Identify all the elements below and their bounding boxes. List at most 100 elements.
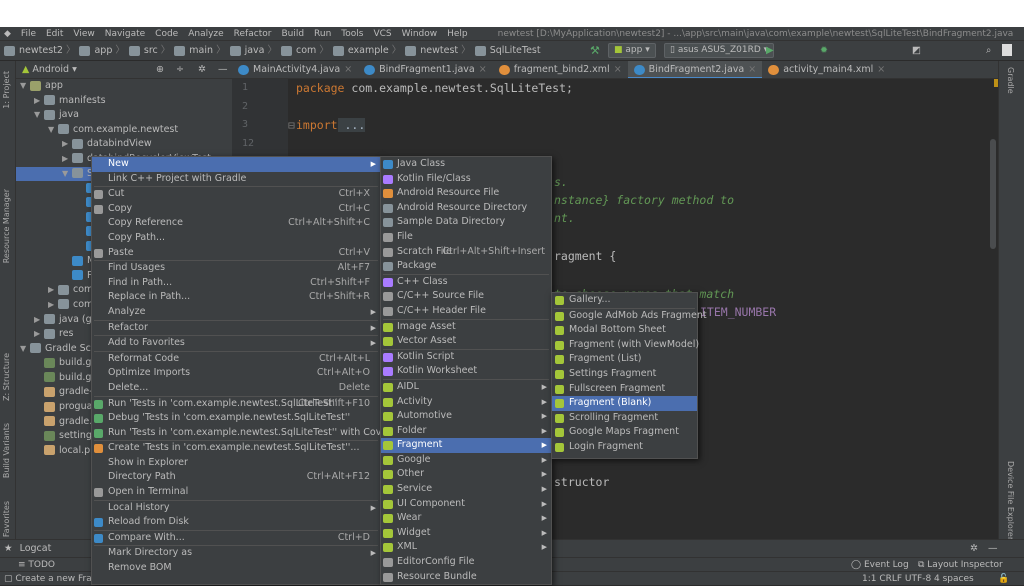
project-tool-tab[interactable]: 1: Project <box>2 71 11 109</box>
menu-item-paste[interactable]: Paste Ctrl+V <box>92 246 380 261</box>
menu-item-fragment-with-viewmodel[interactable]: Fragment (with ViewModel) <box>552 338 699 353</box>
menu-file[interactable]: File <box>21 29 36 39</box>
menu-run[interactable]: Run <box>314 29 331 39</box>
tab-bindfragment1-java[interactable]: BindFragment1.java × <box>358 61 493 78</box>
menu-item-fragment-blank[interactable]: Fragment (Blank) <box>552 396 697 411</box>
menu-item-copy-path[interactable]: Copy Path... <box>92 231 380 246</box>
menu-analyze[interactable]: Analyze <box>188 29 223 39</box>
menu-item-wear[interactable]: Wear ▶ <box>381 511 551 526</box>
menu-item-mark-directory-as[interactable]: Mark Directory as ▶ <box>92 546 380 561</box>
expand-arrow-icon[interactable]: ▶ <box>62 137 72 152</box>
menu-item-folder[interactable]: Folder ▶ <box>381 424 551 439</box>
debug-icon[interactable]: ✹ <box>820 41 828 60</box>
layout-inspector-tab[interactable]: ⧉ Layout Inspector <box>918 558 1003 572</box>
expand-arrow-icon[interactable]: ▶ <box>34 313 44 328</box>
menu-item-directory-path[interactable]: Directory Path Ctrl+Alt+F12 <box>92 470 380 485</box>
menu-item-kotlin-script[interactable]: Kotlin Script <box>381 350 551 365</box>
target-icon[interactable]: ⊕ <box>156 61 164 79</box>
tree-item[interactable]: ▶ databindView <box>16 137 232 152</box>
tab-activity-main4-xml[interactable]: activity_main4.xml × <box>762 61 891 78</box>
expand-arrow-icon[interactable]: ▼ <box>20 79 30 94</box>
build-variants-tool-tab[interactable]: Build Variants <box>2 423 11 478</box>
minimize-icon[interactable]: — <box>988 540 998 558</box>
fold-marker-icon[interactable]: ⊟ <box>288 118 295 132</box>
menu-item-new[interactable]: New ▶ <box>92 157 380 172</box>
menu-item-gallery[interactable]: Gallery... <box>552 293 697 308</box>
search-icon[interactable]: ⌕ <box>986 41 991 60</box>
menu-item-show-in-explorer[interactable]: Show in Explorer <box>92 456 380 471</box>
menu-item-link-c-project-with-gradle[interactable]: Link C++ Project with Gradle <box>92 172 380 187</box>
breadcrumb-src[interactable]: src <box>128 41 158 60</box>
close-icon[interactable]: × <box>614 64 622 75</box>
tab-bindfragment2-java[interactable]: BindFragment2.java × <box>627 61 763 78</box>
menu-item-open-in-terminal[interactable]: Open in Terminal <box>92 485 380 500</box>
menu-item-google-admob-ads-fragment[interactable]: Google AdMob Ads Fragment <box>552 309 707 324</box>
menu-refactor[interactable]: Refactor <box>234 29 272 39</box>
menu-item-login-fragment[interactable]: Login Fragment <box>552 440 697 455</box>
menu-item-refactor[interactable]: Refactor ▶ <box>92 321 380 336</box>
project-view-select[interactable]: Android <box>32 64 69 75</box>
gear-icon[interactable]: ✲ <box>970 540 978 558</box>
menu-code[interactable]: Code <box>155 29 178 39</box>
menu-item-kotlin-worksheet[interactable]: Kotlin Worksheet <box>381 364 551 379</box>
tree-item[interactable]: ▶ manifests <box>16 94 232 109</box>
expand-arrow-icon[interactable]: ▼ <box>34 108 44 123</box>
expand-arrow-icon[interactable]: ▶ <box>48 283 58 298</box>
menu-item-aidl[interactable]: AIDL ▶ <box>381 380 551 395</box>
menu-item-delete[interactable]: Delete... Delete <box>92 381 380 396</box>
minimize-icon[interactable]: — <box>218 61 228 79</box>
menu-item-sample-data-directory[interactable]: Sample Data Directory <box>381 215 551 230</box>
breadcrumb-example[interactable]: example <box>332 41 389 60</box>
resource-manager-tool-tab[interactable]: Resource Manager <box>2 189 11 263</box>
menu-item-activity[interactable]: Activity ▶ <box>381 395 551 410</box>
menu-item-google[interactable]: Google ▶ <box>381 453 551 468</box>
menu-item-settings-fragment[interactable]: Settings Fragment <box>552 367 697 382</box>
sdk-manager-icon[interactable]: ◩ <box>912 41 921 60</box>
menu-item-find-in-path[interactable]: Find in Path... Ctrl+Shift+F <box>92 276 380 291</box>
tab-mainactivity4-java[interactable]: MainActivity4.java × <box>232 61 358 78</box>
menu-item-google-maps-fragment[interactable]: Google Maps Fragment <box>552 425 697 440</box>
expand-arrow-icon[interactable]: ▶ <box>34 327 44 342</box>
menu-item-local-history[interactable]: Local History ▶ <box>92 501 380 516</box>
breadcrumb-java[interactable]: java <box>229 41 264 60</box>
menu-item-service[interactable]: Service ▶ <box>381 482 551 497</box>
menu-item-run-tests-in-com-example-newtest-sqllite[interactable]: Run 'Tests in 'com.example.newtest.SqlLi… <box>92 426 409 441</box>
menu-item-modal-bottom-sheet[interactable]: Modal Bottom Sheet <box>552 323 697 338</box>
menu-item-scratch-file[interactable]: Scratch File Ctrl+Alt+Shift+Insert <box>381 245 551 260</box>
menu-item-c-class[interactable]: C++ Class <box>381 275 551 290</box>
menu-edit[interactable]: Edit <box>46 29 63 39</box>
menu-item-package[interactable]: Package <box>381 259 551 274</box>
menu-item-c-c-source-file[interactable]: C/C++ Source File <box>381 289 551 304</box>
menu-item-fragment-list[interactable]: Fragment (List) <box>552 352 697 367</box>
run-config-select[interactable]: ■ app ▾ <box>608 43 656 58</box>
menu-help[interactable]: Help <box>447 29 468 39</box>
menu-item-find-usages[interactable]: Find Usages Alt+F7 <box>92 261 380 276</box>
menu-item-image-asset[interactable]: Image Asset <box>381 320 551 335</box>
menu-view[interactable]: View <box>73 29 94 39</box>
menu-item-c-c-header-file[interactable]: C/C++ Header File <box>381 304 551 319</box>
menu-item-copy[interactable]: Copy Ctrl+C <box>92 202 380 217</box>
collapse-icon[interactable]: ÷ <box>176 61 184 79</box>
todo-tab[interactable]: ≡ TODO <box>18 560 55 570</box>
menu-item-android-resource-directory[interactable]: Android Resource Directory <box>381 201 551 216</box>
menu-item-vector-asset[interactable]: Vector Asset <box>381 334 551 349</box>
tab-fragment-bind2-xml[interactable]: fragment_bind2.xml × <box>493 61 628 78</box>
tree-item[interactable]: ▼ app <box>16 79 232 94</box>
menu-item-add-to-favorites[interactable]: Add to Favorites ▶ <box>92 336 380 351</box>
menu-window[interactable]: Window <box>402 29 438 39</box>
menu-item-fragment[interactable]: Fragment ▶ <box>381 438 551 453</box>
close-icon[interactable]: × <box>479 64 487 75</box>
close-icon[interactable]: × <box>748 64 756 75</box>
expand-arrow-icon[interactable]: ▶ <box>34 94 44 109</box>
close-icon[interactable]: × <box>344 64 352 75</box>
breadcrumb-com[interactable]: com <box>281 41 316 60</box>
menu-item-replace-in-path[interactable]: Replace in Path... Ctrl+Shift+R <box>92 290 380 305</box>
expand-arrow-icon[interactable]: ▶ <box>62 152 72 167</box>
menu-vcs[interactable]: VCS <box>373 29 391 39</box>
menu-item-copy-reference[interactable]: Copy Reference Ctrl+Alt+Shift+C <box>92 216 380 231</box>
expand-arrow-icon[interactable]: ▼ <box>48 123 58 138</box>
breadcrumb-app[interactable]: app <box>79 41 112 60</box>
menu-item-optimize-imports[interactable]: Optimize Imports Ctrl+Alt+O <box>92 366 380 381</box>
menu-item-editorconfig-file[interactable]: EditorConfig File <box>381 555 551 570</box>
error-stripe-marker[interactable] <box>994 79 998 87</box>
